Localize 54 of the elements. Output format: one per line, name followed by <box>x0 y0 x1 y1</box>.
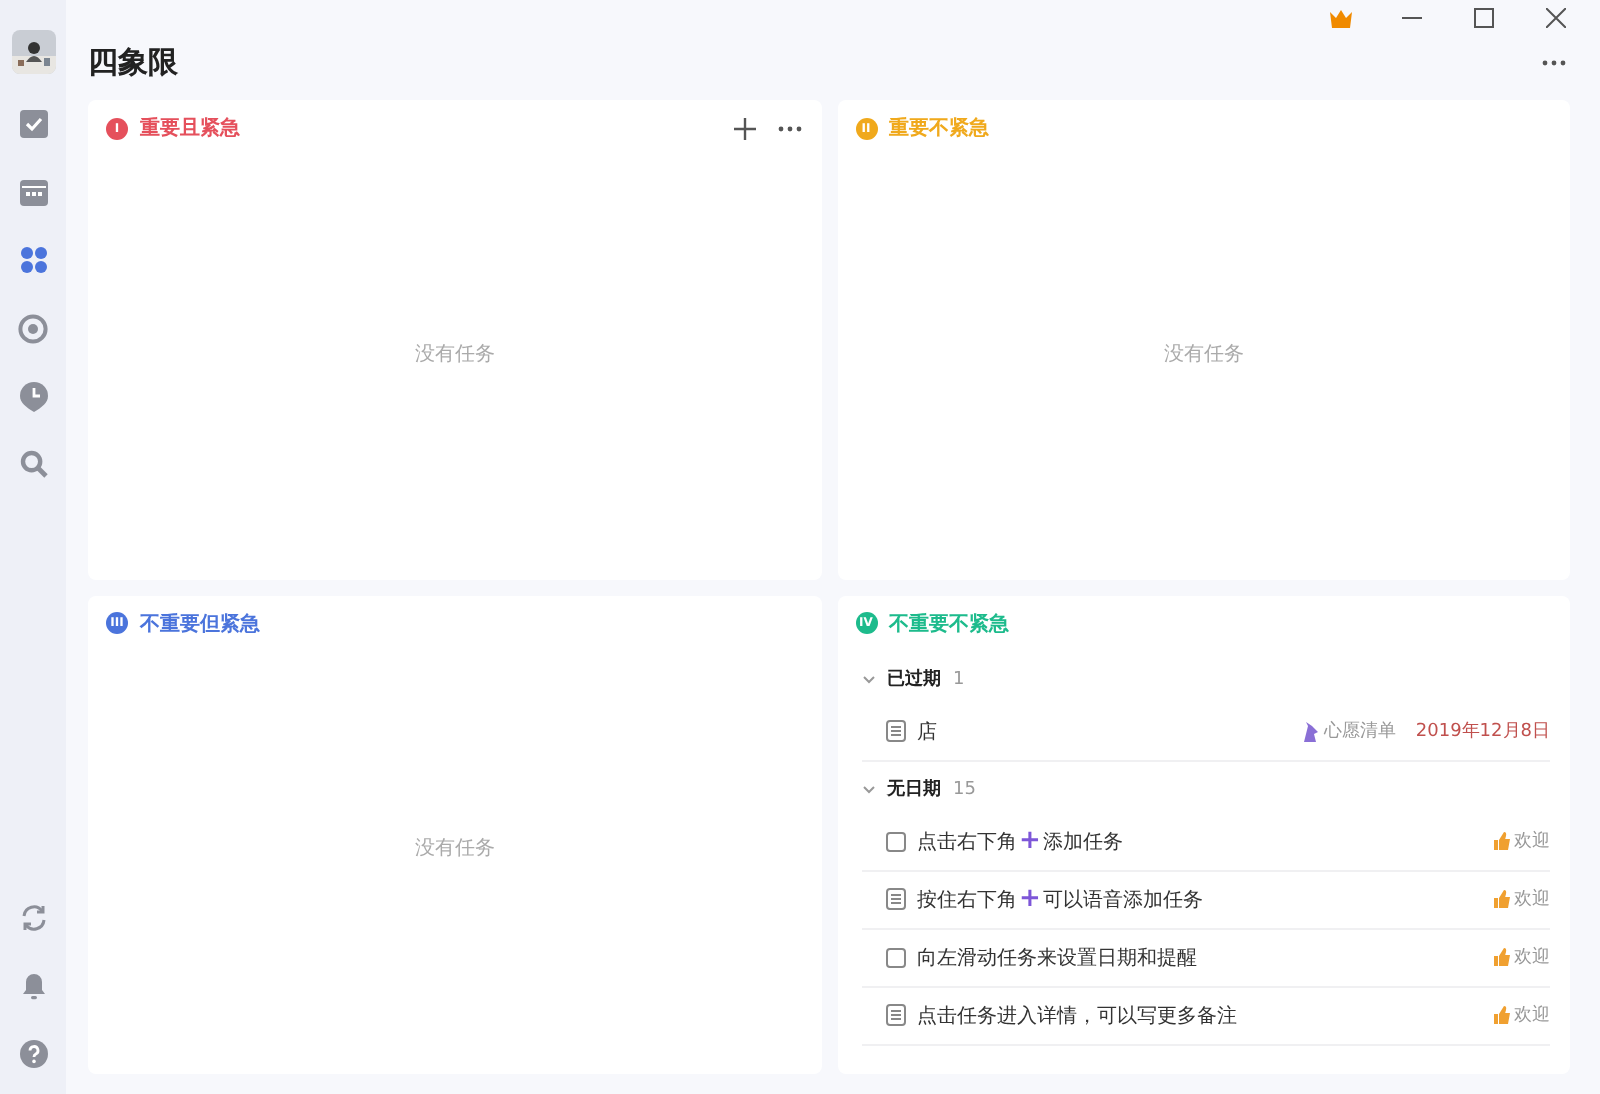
task-row[interactable]: 店 心愿清单 2019年12月8日 <box>861 703 1550 761</box>
bell-icon <box>19 972 47 1000</box>
clock-pin-icon <box>19 381 47 411</box>
tag-label: 欢迎 <box>1514 887 1550 912</box>
checkbox[interactable] <box>885 831 905 851</box>
due-date: 2019年12月8日 <box>1415 719 1550 744</box>
tag-label: 欢迎 <box>1514 1003 1550 1028</box>
empty-message: 没有任务 <box>1163 341 1244 368</box>
task-row[interactable]: 点击任务进入详情，可以写更多备注 欢迎 <box>861 987 1550 1045</box>
empty-message: 没有任务 <box>414 341 495 368</box>
group-count: 15 <box>953 779 976 799</box>
close-button[interactable] <box>1542 4 1570 32</box>
tag-label: 欢迎 <box>1514 945 1550 970</box>
group-title: 无日期 <box>887 777 941 802</box>
calendar-icon <box>19 178 47 206</box>
four-dots-icon <box>19 246 47 274</box>
group-count: 1 <box>953 669 965 689</box>
task-row[interactable]: 点击右下角+添加任务 欢迎 <box>861 813 1550 871</box>
tag-label: 欢迎 <box>1514 829 1550 854</box>
note-icon <box>885 888 905 910</box>
task-title: 向左滑动任务来设置日期和提醒 <box>917 945 1199 971</box>
note-icon <box>885 720 905 742</box>
chevron-icon[interactable] <box>861 782 875 796</box>
tasks-icon <box>19 110 47 138</box>
page-title: 四象限 <box>88 43 178 81</box>
task-row[interactable]: 按住右下角+可以语音添加任务 欢迎 <box>861 871 1550 929</box>
quadrant-title: 不重要不紧急 <box>889 611 1011 637</box>
thumbs-up-icon <box>1494 890 1510 908</box>
task-title: 按住右下角+可以语音添加任务 <box>917 884 1205 914</box>
search-icon <box>19 450 47 478</box>
empty-message: 没有任务 <box>414 836 495 863</box>
task-title: 点击任务进入详情，可以写更多备注 <box>917 1003 1239 1029</box>
thumbs-up-icon <box>1494 1006 1510 1024</box>
checkbox[interactable] <box>885 947 905 967</box>
quadrant-title: 重要不紧急 <box>889 115 991 142</box>
thumbs-up-icon <box>1494 832 1510 850</box>
task-row[interactable]: 向左滑动任务来设置日期和提醒 欢迎 <box>861 929 1550 987</box>
list-name: 心愿清单 <box>1323 719 1396 744</box>
note-icon <box>885 1004 905 1026</box>
thumbs-up-icon <box>1494 948 1510 966</box>
group-title: 已过期 <box>887 666 941 692</box>
task-title: 点击右下角+添加任务 <box>917 826 1125 856</box>
help-icon <box>19 1040 47 1068</box>
quadrant-title: 不重要但紧急 <box>140 611 262 637</box>
sync-icon <box>19 904 47 932</box>
maximize-button[interactable] <box>1470 4 1498 32</box>
task-title: 店 <box>917 719 939 745</box>
add-icon[interactable] <box>729 112 761 144</box>
nav-item[interactable] <box>13 308 53 348</box>
chevron-icon[interactable] <box>861 672 875 686</box>
target-icon <box>18 313 48 343</box>
quadrant-title: 重要且紧急 <box>140 115 242 142</box>
minimize-icon <box>1402 16 1422 20</box>
avatar[interactable] <box>9 28 57 76</box>
